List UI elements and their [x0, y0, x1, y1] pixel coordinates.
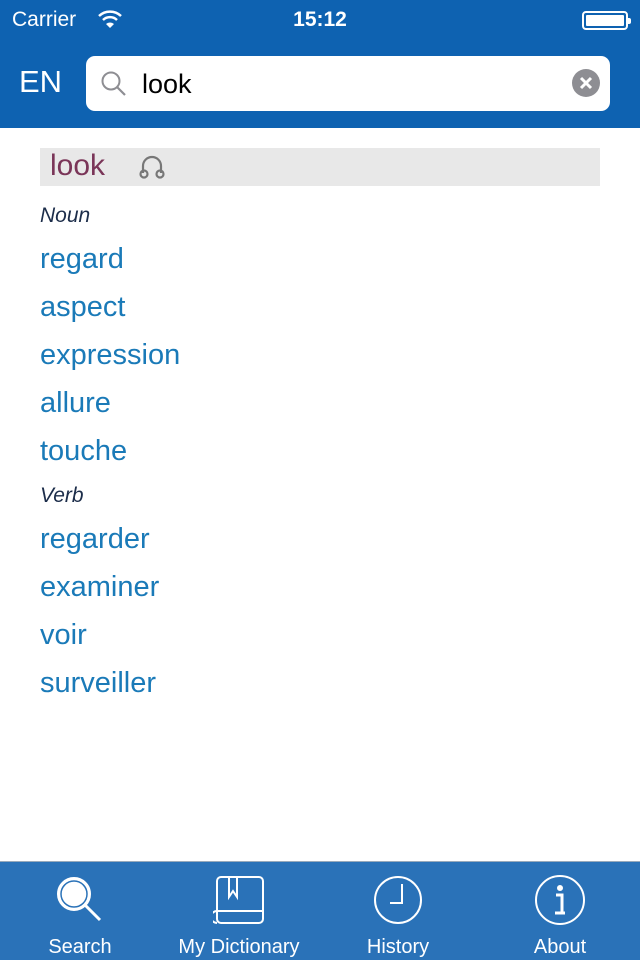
battery-icon	[582, 11, 631, 30]
tab-label: History	[366, 936, 430, 958]
translation-link[interactable]: touche	[40, 435, 127, 468]
part-of-speech: Verb	[40, 484, 84, 507]
tab-about[interactable]: About	[480, 862, 640, 961]
status-bar: Carrier 15:12	[0, 0, 640, 40]
clock: 15:12	[293, 8, 347, 31]
tab-label: My Dictionary	[178, 936, 300, 958]
tab-history[interactable]: History	[318, 862, 478, 961]
tab-bar: Search My Dictionary History About	[0, 861, 640, 960]
tab-label: About	[533, 936, 587, 958]
search-field[interactable]	[86, 56, 610, 111]
close-icon	[579, 76, 593, 90]
clock-icon	[374, 876, 422, 924]
translation-link[interactable]: aspect	[40, 291, 125, 324]
tab-search[interactable]: Search	[0, 862, 160, 961]
translation-link[interactable]: regard	[40, 243, 124, 276]
headword-bar: look	[40, 148, 600, 186]
translation-link[interactable]: expression	[40, 339, 180, 372]
search-icon	[101, 71, 126, 96]
translation-link[interactable]: voir	[40, 619, 87, 652]
search-input[interactable]	[142, 64, 562, 104]
header: Carrier 15:12 EN	[0, 0, 640, 128]
language-toggle[interactable]: EN	[19, 64, 62, 100]
translation-link[interactable]: regarder	[40, 523, 150, 556]
translation-link[interactable]: surveiller	[40, 667, 156, 700]
translation-link[interactable]: examiner	[40, 571, 159, 604]
info-icon	[535, 875, 585, 925]
headphones-icon[interactable]	[138, 153, 166, 181]
book-icon	[213, 876, 264, 924]
clear-button[interactable]	[572, 69, 600, 97]
tab-label: Search	[48, 936, 112, 958]
translation-link[interactable]: allure	[40, 387, 111, 420]
part-of-speech: Noun	[40, 204, 91, 227]
headword: look	[50, 149, 106, 182]
tab-my-dictionary[interactable]: My Dictionary	[159, 862, 319, 961]
search-icon	[57, 877, 102, 922]
